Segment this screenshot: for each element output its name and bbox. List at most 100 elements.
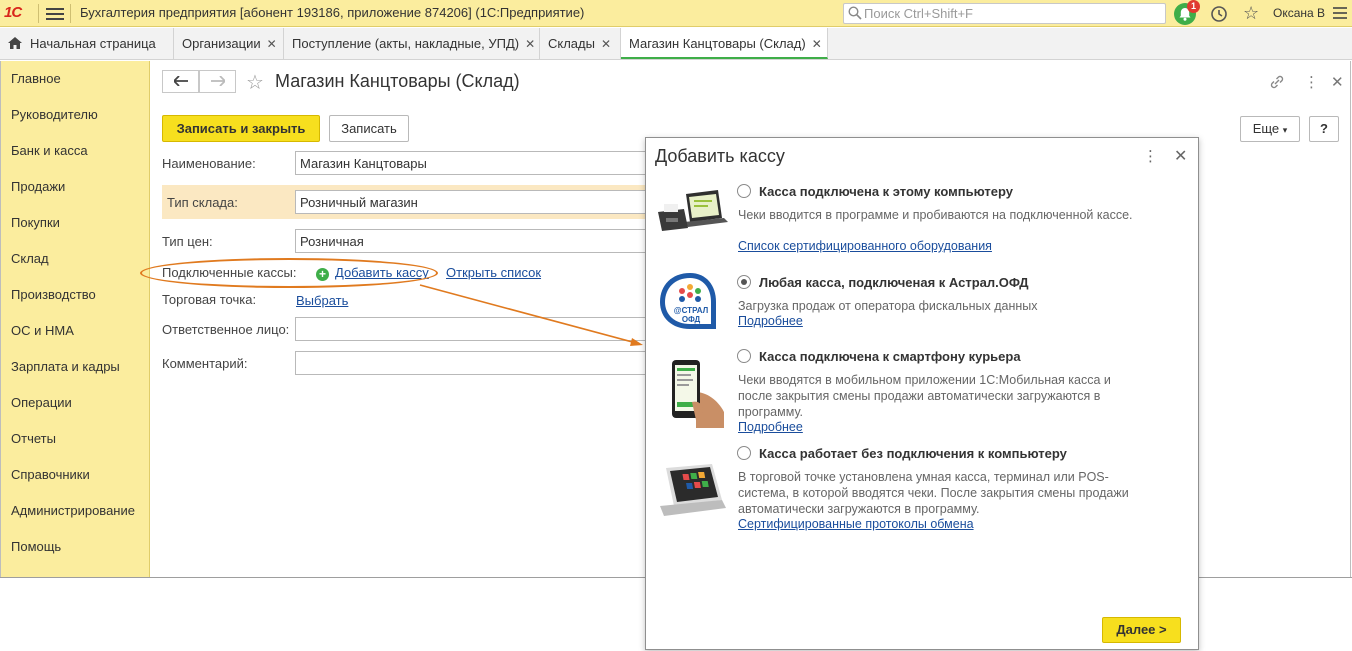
tab-home[interactable]: Начальная страница: [0, 28, 174, 59]
tab-label: Склады: [548, 36, 595, 51]
warehouse-type-field[interactable]: Розничный магазин: [295, 190, 655, 214]
link-icon[interactable]: [1268, 73, 1286, 91]
pos-laptop-image: [658, 190, 728, 231]
main-menu-icon[interactable]: [46, 6, 64, 21]
sidebar-item-reports[interactable]: Отчеты: [11, 431, 56, 446]
tab-close-icon[interactable]: ✕: [267, 37, 277, 51]
comment-label: Комментарий:: [162, 356, 248, 371]
details-link[interactable]: Подробнее: [738, 420, 803, 434]
back-button[interactable]: [162, 70, 199, 93]
tab-store-warehouse[interactable]: Магазин Канцтовары (Склад) ✕: [621, 28, 828, 59]
favorite-star-icon[interactable]: ☆: [246, 70, 264, 95]
app-title: Бухгалтерия предприятия [абонент 193186,…: [80, 5, 585, 20]
price-type-field[interactable]: Розничная: [295, 229, 655, 253]
sidebar-item-sales[interactable]: Продажи: [11, 179, 65, 194]
option-description: Загрузка продаж от оператора фискальных …: [738, 299, 1038, 313]
sidebar-item-help[interactable]: Помощь: [11, 539, 61, 554]
price-type-label: Тип цен:: [162, 234, 213, 249]
smart-pos-image: [660, 464, 726, 516]
select-point-link[interactable]: Выбрать: [296, 293, 348, 308]
tab-bar: Начальная страница Организации ✕ Поступле…: [0, 28, 1352, 60]
tab-close-icon[interactable]: ✕: [601, 37, 611, 51]
more-vertical-icon[interactable]: ⋮: [1304, 73, 1319, 91]
tab-receipts[interactable]: Поступление (акты, накладные, УПД) ✕: [284, 28, 540, 59]
arrow-right-icon: [210, 75, 226, 87]
sidebar-item-assets[interactable]: ОС и НМА: [11, 323, 74, 338]
astral-logo-text: @СТРАЛ ОФД: [673, 306, 709, 324]
dropdown-arrow-icon: ▾: [1282, 125, 1288, 135]
details-link[interactable]: Подробнее: [738, 314, 803, 328]
1c-logo: 1С: [4, 4, 22, 21]
favorites-star-icon[interactable]: ☆: [1243, 3, 1259, 24]
divider: [38, 4, 39, 23]
tab-close-icon[interactable]: ✕: [812, 37, 822, 51]
tab-label: Поступление (акты, накладные, УПД): [292, 36, 520, 51]
name-field[interactable]: Магазин Канцтовары: [295, 151, 655, 175]
save-button[interactable]: Записать: [329, 115, 409, 142]
page-title: Магазин Канцтовары (Склад): [275, 71, 520, 91]
history-icon[interactable]: [1210, 5, 1228, 23]
tab-label: Организации: [182, 36, 261, 51]
comment-field[interactable]: [295, 351, 655, 375]
sidebar-item-salary[interactable]: Зарплата и кадры: [11, 359, 120, 374]
divider: [70, 4, 71, 23]
option-title: Любая касса, подключеная к Астрал.ОФД: [759, 275, 1029, 290]
point-label: Торговая точка:: [162, 292, 257, 307]
astral-ofd-logo: @СТРАЛ ОФД: [658, 271, 722, 331]
sidebar-item-bank[interactable]: Банк и касса: [11, 143, 88, 158]
add-kkm-dialog: Добавить кассу ⋮ ✕ Касса подключена к эт…: [645, 137, 1199, 650]
option-description: Чеки вводятся в мобильном приложении 1С:…: [738, 373, 1111, 419]
search-input[interactable]: Поиск Ctrl+Shift+F: [843, 3, 1166, 24]
notification-badge: 1: [1187, 0, 1200, 13]
home-icon: [8, 37, 22, 49]
sidebar-item-purchases[interactable]: Покупки: [11, 215, 60, 230]
smartphone-image: [672, 360, 724, 428]
help-button[interactable]: ?: [1309, 116, 1339, 142]
dialog-title: Добавить кассу: [655, 146, 785, 166]
name-label: Наименование:: [162, 156, 256, 171]
close-icon[interactable]: ✕: [1174, 146, 1187, 166]
tab-organizations[interactable]: Организации ✕: [174, 28, 284, 59]
option-title: Касса подключена к этому компьютеру: [759, 184, 1013, 199]
sidebar-item-main[interactable]: Главное: [11, 71, 61, 86]
arrow-left-icon: [172, 75, 188, 87]
next-button[interactable]: Далее >: [1102, 617, 1181, 643]
option-description: Чеки вводится в программе и пробиваются …: [738, 208, 1133, 222]
more-vertical-icon[interactable]: ⋮: [1143, 147, 1158, 165]
sidebar-item-operations[interactable]: Операции: [11, 395, 72, 410]
search-placeholder: Поиск Ctrl+Shift+F: [864, 6, 973, 21]
settings-menu-icon[interactable]: [1333, 6, 1347, 20]
search-icon: [848, 6, 862, 20]
forward-button[interactable]: [199, 70, 236, 93]
tab-close-icon[interactable]: ✕: [525, 37, 535, 51]
option-radio[interactable]: [737, 349, 751, 363]
responsible-field[interactable]: [295, 317, 655, 341]
sidebar: Главное Руководителю Банк и касса Продаж…: [0, 61, 150, 578]
sidebar-item-admin[interactable]: Администрирование: [11, 503, 135, 518]
sidebar-item-warehouse[interactable]: Склад: [11, 251, 49, 266]
tab-label: Начальная страница: [30, 36, 156, 51]
more-button[interactable]: Еще ▾: [1240, 116, 1300, 142]
title-bar: 1С Бухгалтерия предприятия [абонент 1931…: [0, 0, 1352, 27]
user-name[interactable]: Оксана В: [1273, 6, 1325, 20]
option-radio[interactable]: [737, 446, 751, 460]
sidebar-item-catalogs[interactable]: Справочники: [11, 467, 90, 482]
option-radio-selected[interactable]: [737, 275, 751, 289]
option-radio[interactable]: [737, 184, 751, 198]
option-title: Касса работает без подключения к компьют…: [759, 446, 1067, 461]
certified-protocols-link[interactable]: Сертифицированные протоколы обмена: [738, 517, 974, 531]
tab-label: Магазин Канцтовары (Склад): [629, 36, 806, 51]
option-title: Касса подключена к смартфону курьера: [759, 349, 1021, 364]
open-list-link[interactable]: Открыть список: [446, 265, 541, 280]
option-description: В торговой точке установлена умная касса…: [738, 470, 1129, 516]
tab-warehouses[interactable]: Склады ✕: [540, 28, 621, 59]
sidebar-item-manager[interactable]: Руководителю: [11, 107, 98, 122]
close-icon[interactable]: ✕: [1331, 73, 1344, 91]
type-label: Тип склада:: [167, 195, 238, 210]
annotation-ellipse: [140, 258, 438, 288]
sidebar-item-production[interactable]: Производство: [11, 287, 96, 302]
certified-equipment-link[interactable]: Список сертифицированного оборудования: [738, 239, 992, 253]
responsible-label: Ответственное лицо:: [162, 322, 290, 337]
save-close-button[interactable]: Записать и закрыть: [162, 115, 320, 142]
more-label: Еще: [1252, 121, 1280, 136]
